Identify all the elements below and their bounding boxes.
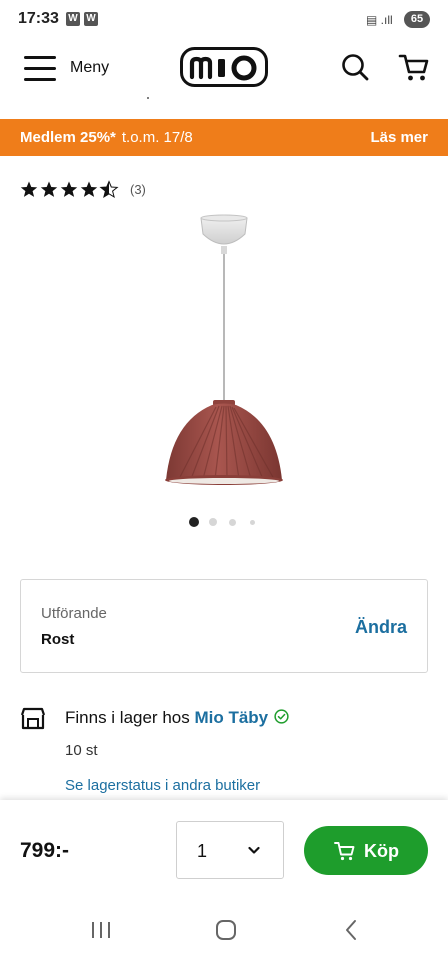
battery-icon: 65 xyxy=(404,11,430,28)
quantity-select[interactable]: 1 xyxy=(176,821,284,879)
carousel-dot[interactable] xyxy=(229,519,236,526)
carousel-dot[interactable] xyxy=(250,520,255,525)
variant-selector-card[interactable]: Utförande Rost Ändra xyxy=(20,579,428,673)
change-variant-link[interactable]: Ändra xyxy=(355,617,407,638)
search-icon[interactable] xyxy=(340,52,370,82)
stock-text: Finns i lager hos xyxy=(65,708,190,727)
app-badge-icon: W xyxy=(66,12,80,26)
quantity-value: 1 xyxy=(197,841,208,861)
rating-count: (3) xyxy=(130,182,146,197)
site-header: Meny mio xyxy=(0,38,448,108)
promo-banner[interactable]: Medlem 25%* t.o.m. 17/8 Läs mer xyxy=(0,119,448,156)
promo-read-more-link[interactable]: Läs mer xyxy=(370,129,428,146)
promo-text: Medlem 25%* t.o.m. 17/8 xyxy=(20,129,193,146)
system-nav-bar xyxy=(0,900,448,960)
stock-info: Finns i lager hos Mio Täby 10 st Se lage… xyxy=(0,700,448,800)
menu-label[interactable]: Meny xyxy=(70,59,109,77)
store-link[interactable]: Mio Täby xyxy=(194,708,268,727)
status-time: 17:33 xyxy=(18,10,59,27)
chevron-down-icon xyxy=(248,846,260,854)
decorative-dot xyxy=(147,97,149,99)
carousel-dot[interactable] xyxy=(209,518,217,526)
menu-icon[interactable] xyxy=(24,56,56,82)
home-icon[interactable] xyxy=(215,919,237,941)
mio-logo[interactable] xyxy=(180,47,268,87)
other-stores-stock-link[interactable]: Se lagerstatus i andra butiker xyxy=(65,777,260,794)
product-image-pendant-lamp[interactable] xyxy=(100,210,348,500)
signal-icon: ▤ .ıll xyxy=(366,13,393,27)
stock-quantity: 10 st xyxy=(65,742,98,759)
app-badge-icon: W xyxy=(84,12,98,26)
store-icon xyxy=(20,707,46,730)
carousel-dots[interactable] xyxy=(189,517,259,527)
recent-apps-icon[interactable] xyxy=(90,920,112,940)
product-price: 799:- xyxy=(20,839,70,862)
status-bar: 17:33 W W ▤ .ıll 65 xyxy=(0,0,448,38)
back-icon[interactable] xyxy=(343,919,359,941)
buy-bar: 799:- 1 Köp xyxy=(0,800,448,900)
check-circle-icon xyxy=(274,709,289,724)
stock-status: Finns i lager hos Mio Täby xyxy=(65,708,289,728)
variant-label: Utförande xyxy=(41,605,107,622)
rating-stars-icon xyxy=(20,181,118,198)
variant-value: Rost xyxy=(41,631,75,648)
carousel-dot-active[interactable] xyxy=(189,517,199,527)
buy-button-label: Köp xyxy=(364,841,399,861)
promo-date: t.o.m. 17/8 xyxy=(121,129,193,146)
promo-highlight: Medlem 25%* xyxy=(20,129,116,146)
cart-icon[interactable] xyxy=(398,51,430,83)
buy-button[interactable]: Köp xyxy=(304,826,428,875)
cart-icon xyxy=(334,842,355,861)
